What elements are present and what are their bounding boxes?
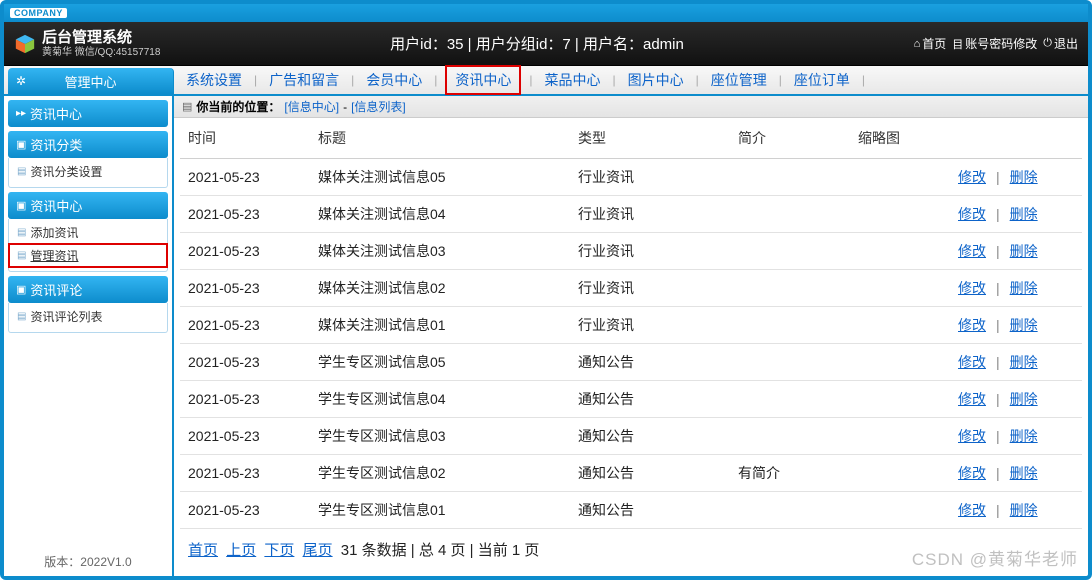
- sidebar-item-1-1[interactable]: ▤管理资讯: [9, 244, 167, 267]
- nav-item-0[interactable]: 系统设置: [182, 70, 246, 90]
- logout-label: 退出: [1054, 35, 1078, 52]
- page-icon: ▤: [17, 311, 26, 322]
- sidebar-header-label: 管理中心: [64, 72, 116, 91]
- change-password-link[interactable]: 目账号密码修改: [952, 35, 1037, 52]
- logout-link[interactable]: ⏻退出: [1043, 35, 1078, 52]
- table-row: 2021-05-23媒体关注测试信息01行业资讯修改|删除: [180, 307, 1082, 344]
- col-2: 类型: [570, 118, 730, 159]
- page-icon: ▤: [17, 227, 26, 238]
- table-row: 2021-05-23学生专区测试信息01通知公告修改|删除: [180, 492, 1082, 529]
- table-row: 2021-05-23学生专区测试信息02通知公告有简介修改|删除: [180, 455, 1082, 492]
- table-row: 2021-05-23媒体关注测试信息04行业资讯修改|删除: [180, 196, 1082, 233]
- delete-link[interactable]: 删除: [1010, 317, 1038, 333]
- nav-item-7[interactable]: 座位订单: [790, 70, 854, 90]
- version-text: 版本：2022V1.0: [8, 547, 168, 576]
- sidebar-group-1[interactable]: ▣资讯中心: [8, 192, 168, 219]
- nav-item-3[interactable]: 资讯中心: [445, 65, 521, 95]
- edit-link[interactable]: 修改: [958, 206, 986, 222]
- pager-first[interactable]: 首页: [188, 542, 218, 559]
- system-subtitle: 黄菊华 微信/QQ:45157718: [42, 47, 160, 59]
- nav-item-4[interactable]: 菜品中心: [541, 70, 605, 90]
- table-row: 2021-05-23学生专区测试信息04通知公告修改|删除: [180, 381, 1082, 418]
- pwd-label: 账号密码修改: [965, 35, 1037, 52]
- edit-link[interactable]: 修改: [958, 354, 986, 370]
- sidebar-top-label: 资讯中心: [30, 104, 82, 123]
- home-label: 首页: [922, 35, 946, 52]
- col-3: 简介: [730, 118, 850, 159]
- home-icon: ⌂: [914, 38, 921, 50]
- table-row: 2021-05-23学生专区测试信息03通知公告修改|删除: [180, 418, 1082, 455]
- pager-next[interactable]: 下页: [264, 542, 294, 559]
- delete-link[interactable]: 删除: [1010, 465, 1038, 481]
- col-4: 缩略图: [850, 118, 950, 159]
- sidebar: ▸▸ 资讯中心 ▣资讯分类▤资讯分类设置▣资讯中心▤添加资讯▤管理资讯▣资讯评论…: [4, 96, 174, 576]
- page-icon: ▤: [17, 250, 26, 261]
- edit-link[interactable]: 修改: [958, 391, 986, 407]
- sidebar-item-2-0[interactable]: ▤资讯评论列表: [9, 305, 167, 328]
- col-1: 标题: [310, 118, 570, 159]
- app-header: 后台管理系统 黄菊华 微信/QQ:45157718 用户id：35 | 用户分组…: [4, 22, 1088, 66]
- pager-info: 31 条数据 | 总 4 页 | 当前 1 页: [341, 542, 540, 559]
- system-title: 后台管理系统: [42, 29, 160, 47]
- home-link[interactable]: ⌂首页: [914, 35, 947, 52]
- logo-cube-icon: [14, 33, 36, 55]
- crumb-page: [信息列表]: [351, 98, 406, 115]
- sidebar-group-2[interactable]: ▣资讯评论: [8, 276, 168, 303]
- table-row: 2021-05-23媒体关注测试信息02行业资讯修改|删除: [180, 270, 1082, 307]
- sidebar-item-0-0[interactable]: ▤资讯分类设置: [9, 160, 167, 183]
- edit-link[interactable]: 修改: [958, 502, 986, 518]
- delete-link[interactable]: 删除: [1010, 206, 1038, 222]
- page-icon: ▤: [17, 166, 26, 177]
- edit-link[interactable]: 修改: [958, 428, 986, 444]
- table-row: 2021-05-23学生专区测试信息05通知公告修改|删除: [180, 344, 1082, 381]
- delete-link[interactable]: 删除: [1010, 169, 1038, 185]
- delete-link[interactable]: 删除: [1010, 243, 1038, 259]
- sidebar-header: ✲ 管理中心: [8, 68, 174, 94]
- window-titlebar: COMPANY: [4, 4, 1088, 22]
- gear-icon: ✲: [16, 74, 26, 88]
- arrow-right-icon: ▸▸: [16, 108, 26, 119]
- crumb-prefix: 你当前的位置：: [196, 98, 280, 115]
- crumb-sep: -: [343, 100, 347, 114]
- delete-link[interactable]: 删除: [1010, 280, 1038, 296]
- top-nav: 系统设置|广告和留言|会员中心|资讯中心|菜品中心|图片中心|座位管理|座位订单…: [174, 66, 1088, 94]
- edit-link[interactable]: 修改: [958, 243, 986, 259]
- doc-icon: ▤: [182, 100, 192, 113]
- delete-link[interactable]: 删除: [1010, 391, 1038, 407]
- nav-item-5[interactable]: 图片中心: [624, 70, 688, 90]
- table-row: 2021-05-23媒体关注测试信息03行业资讯修改|删除: [180, 233, 1082, 270]
- pager-prev[interactable]: 上页: [226, 542, 256, 559]
- power-icon: ⏻: [1043, 37, 1052, 50]
- sidebar-group-0[interactable]: ▣资讯分类: [8, 131, 168, 158]
- delete-link[interactable]: 删除: [1010, 354, 1038, 370]
- edit-link[interactable]: 修改: [958, 465, 986, 481]
- breadcrumb: ▤ 你当前的位置： [信息中心] - [信息列表]: [174, 96, 1088, 118]
- delete-link[interactable]: 删除: [1010, 428, 1038, 444]
- edit-link[interactable]: 修改: [958, 169, 986, 185]
- edit-link[interactable]: 修改: [958, 280, 986, 296]
- pager-last[interactable]: 尾页: [303, 542, 333, 559]
- nav-item-1[interactable]: 广告和留言: [265, 70, 343, 90]
- cube-icon: ▣: [16, 138, 26, 151]
- pager: 首页 上页 下页 尾页 31 条数据 | 总 4 页 | 当前 1 页: [180, 529, 1082, 566]
- sidebar-top-title: ▸▸ 资讯中心: [8, 100, 168, 127]
- cube-icon: ▣: [16, 199, 26, 212]
- col-5: [950, 118, 1082, 159]
- delete-link[interactable]: 删除: [1010, 502, 1038, 518]
- nav-item-6[interactable]: 座位管理: [707, 70, 771, 90]
- list-icon: 目: [952, 36, 963, 52]
- crumb-section: [信息中心]: [284, 98, 339, 115]
- col-0: 时间: [180, 118, 310, 159]
- cube-icon: ▣: [16, 283, 26, 296]
- company-badge: COMPANY: [10, 8, 67, 18]
- table-row: 2021-05-23媒体关注测试信息05行业资讯修改|删除: [180, 159, 1082, 196]
- nav-item-2[interactable]: 会员中心: [362, 70, 426, 90]
- data-table: 时间标题类型简介缩略图 2021-05-23媒体关注测试信息05行业资讯修改|删…: [180, 118, 1082, 529]
- user-info-text: 用户id：35 | 用户分组id：7 | 用户名：admin: [160, 33, 913, 54]
- sidebar-item-1-0[interactable]: ▤添加资讯: [9, 221, 167, 244]
- edit-link[interactable]: 修改: [958, 317, 986, 333]
